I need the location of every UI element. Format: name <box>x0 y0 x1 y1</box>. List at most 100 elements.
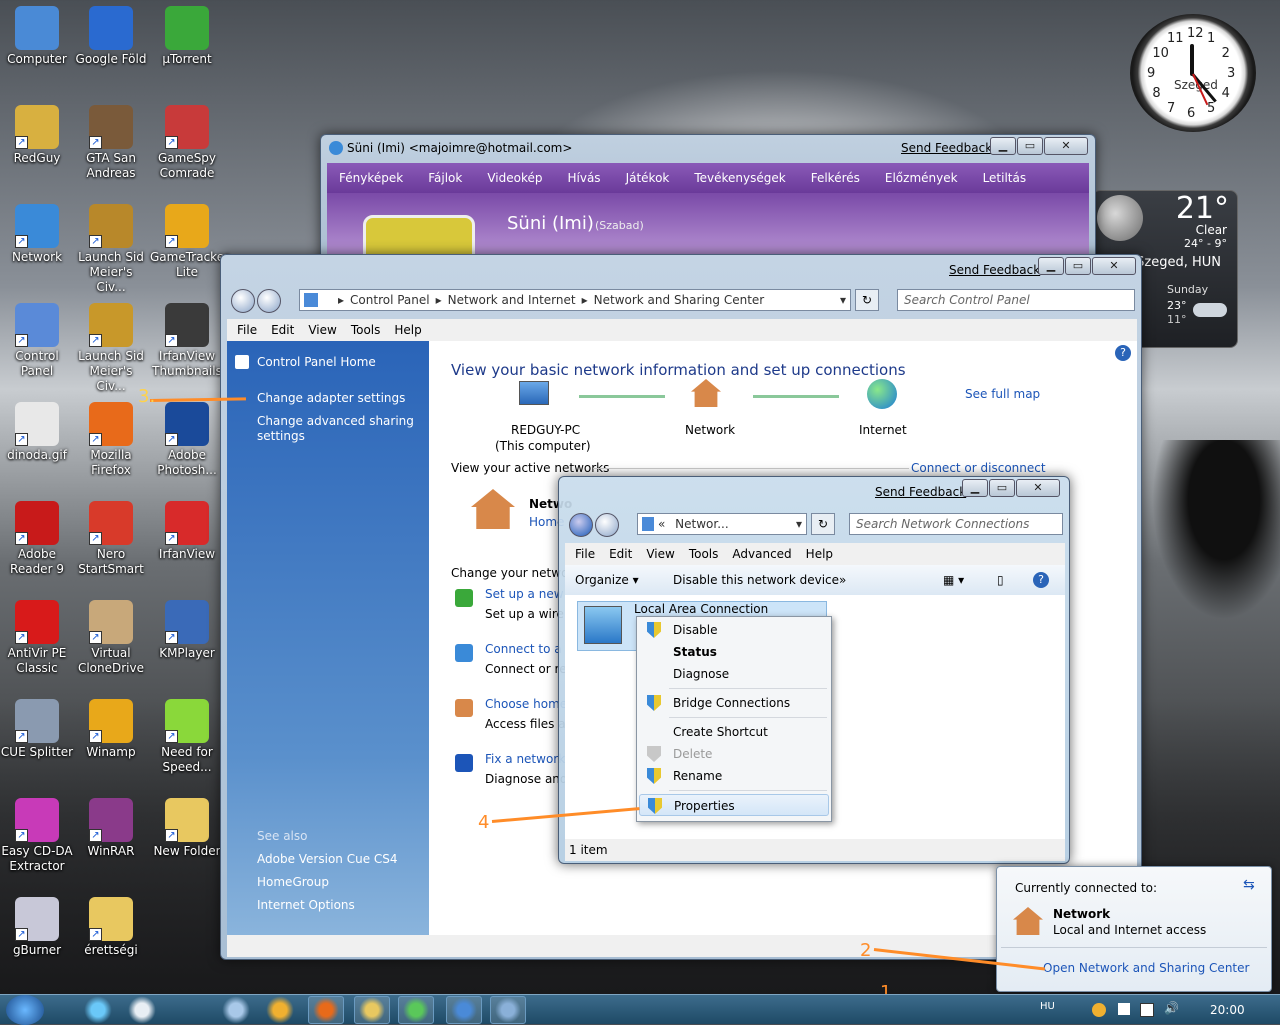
menu-item[interactable]: Help <box>394 323 421 337</box>
close-button[interactable]: ✕ <box>1016 479 1060 497</box>
messenger-menu-item[interactable]: Fényképek <box>339 171 403 185</box>
clock-gadget[interactable]: 12 1 2 3 4 5 6 7 8 9 10 11 Szeged <box>1130 14 1256 132</box>
change-advanced-sharing-link[interactable]: Change advanced sharing settings <box>257 414 417 444</box>
desktop-icon[interactable]: ↗ Easy CD-DA Extractor <box>0 796 74 874</box>
task-link[interactable]: Choose home <box>485 697 567 711</box>
desktop-icon[interactable]: ↗ Launch Sid Meier's Civ... <box>74 301 148 394</box>
maximize-button[interactable]: ▭ <box>1065 257 1091 275</box>
homegroup-link[interactable]: HomeGroup <box>257 875 329 889</box>
nsc-feedback-link[interactable]: Send Feedback <box>949 263 1040 277</box>
desktop-icon[interactable]: ↗ IrfanView Thumbnails <box>150 301 224 379</box>
context-menu-disable[interactable]: Disable <box>639 619 829 641</box>
breadcrumb-item[interactable]: Network and Internet <box>448 293 576 307</box>
desktop-icon[interactable]: ↗ Adobe Reader 9 <box>0 499 74 577</box>
menu-item[interactable]: Edit <box>271 323 294 337</box>
clock-time[interactable]: 20:00 <box>1210 1003 1245 1017</box>
desktop-icon[interactable]: ↗ GTA San Andreas <box>74 103 148 181</box>
menu-item[interactable]: View <box>646 547 674 561</box>
more-button[interactable]: » <box>839 565 846 595</box>
open-nsc-link[interactable]: Open Network and Sharing Center <box>1043 961 1249 975</box>
messenger-menu-item[interactable]: Tevékenységek <box>694 171 785 185</box>
menu-item[interactable]: Advanced <box>732 547 791 561</box>
adobe-version-cue-link[interactable]: Adobe Version Cue CS4 <box>257 852 398 866</box>
desktop-icon[interactable]: ↗ Winamp <box>74 697 148 760</box>
desktop-icon[interactable]: ↗ gBurner <box>0 895 74 958</box>
address-bar[interactable]: ▸ Control Panel ▸ Network and Internet ▸ Netw… <box>299 289 851 311</box>
language-indicator[interactable]: HU <box>1040 1001 1055 1012</box>
context-menu-status[interactable]: Status <box>639 641 829 663</box>
desktop-icon[interactable]: ↗ IrfanView <box>150 499 224 562</box>
see-full-map-link[interactable]: See full map <box>965 387 1040 401</box>
messenger-menu-item[interactable]: Videokép <box>487 171 542 185</box>
desktop-icon[interactable]: ↗ Mozilla Firefox <box>74 400 148 478</box>
close-button[interactable]: ✕ <box>1092 257 1136 275</box>
menu-item[interactable]: Tools <box>689 547 719 561</box>
desktop-icon[interactable]: ↗ GameTracker Lite <box>150 202 229 280</box>
context-menu-diagnose[interactable]: Diagnose <box>639 663 829 685</box>
connect-disconnect-link[interactable]: Connect or disconnect <box>911 461 1046 475</box>
netconn-feedback-link[interactable]: Send Feedback <box>875 485 966 499</box>
breadcrumb-item[interactable]: Network and Sharing Center <box>594 293 765 307</box>
view-icon[interactable]: ▦ ▾ <box>943 565 964 595</box>
context-menu-delete[interactable]: Delete <box>639 743 829 765</box>
desktop-icon[interactable]: ↗ AntiVir PE Classic <box>0 598 74 676</box>
chevron-down-icon[interactable]: ▾ <box>840 290 846 310</box>
context-menu-bridge-connections[interactable]: Bridge Connections <box>639 692 829 714</box>
taskbar-explorer-icon[interactable] <box>354 996 390 1024</box>
start-button[interactable] <box>6 995 44 1025</box>
menu-item[interactable]: Edit <box>609 547 632 561</box>
menu-item[interactable]: File <box>575 547 595 561</box>
flag-icon[interactable] <box>1118 1003 1130 1015</box>
desktop-icon[interactable]: ↗ Need for Speed... <box>150 697 224 775</box>
search-input[interactable]: Search Network Connections <box>849 513 1063 535</box>
organize-button[interactable]: Organize ▾ <box>575 565 639 595</box>
desktop-icon[interactable]: ↗ Network <box>0 202 74 265</box>
desktop-icon[interactable]: ↗ CUE Splitter <box>0 697 74 760</box>
maximize-button[interactable]: ▭ <box>989 479 1015 497</box>
maximize-button[interactable]: ▭ <box>1017 137 1043 155</box>
back-button[interactable] <box>569 513 593 537</box>
messenger-menu-item[interactable]: Előzmények <box>885 171 958 185</box>
breadcrumb-separator[interactable]: ▸ <box>436 293 442 307</box>
preview-pane-icon[interactable]: ▯ <box>997 565 1004 595</box>
desktop-icon[interactable]: µTorrent <box>150 4 224 67</box>
forward-button[interactable] <box>257 289 281 313</box>
menu-item[interactable]: Tools <box>351 323 381 337</box>
breadcrumb-separator[interactable]: ▸ <box>338 293 344 307</box>
menu-item[interactable]: Help <box>806 547 833 561</box>
taskbar-wordpad-icon[interactable] <box>124 996 160 1024</box>
context-menu-create-shortcut[interactable]: Create Shortcut <box>639 721 829 743</box>
volume-icon[interactable]: 🔊 <box>1164 1001 1179 1015</box>
breadcrumb-separator[interactable]: ▸ <box>582 293 588 307</box>
taskbar-ie-icon[interactable] <box>80 996 116 1024</box>
taskbar-controlpanel-icon[interactable] <box>490 996 526 1024</box>
network-tray-icon[interactable] <box>1140 1003 1154 1017</box>
messenger-menu-item[interactable]: Hívás <box>567 171 600 185</box>
taskbar-firefox-icon[interactable] <box>308 996 344 1024</box>
desktop-icon[interactable]: ↗ Nero StartSmart <box>74 499 148 577</box>
messenger-feedback-link[interactable]: Send Feedback <box>901 141 992 155</box>
messenger-menu-item[interactable]: Fájlok <box>428 171 462 185</box>
search-input[interactable]: Search Control Panel <box>897 289 1135 311</box>
control-panel-home-link[interactable]: Control Panel Home <box>257 355 376 369</box>
desktop-icon[interactable]: ↗ WinRAR <box>74 796 148 859</box>
taskbar-network-icon[interactable] <box>446 996 482 1024</box>
desktop-icon[interactable]: ↗ New Folder <box>150 796 224 859</box>
breadcrumb-item[interactable]: Control Panel <box>350 293 430 307</box>
context-menu-properties[interactable]: Properties <box>639 794 829 816</box>
desktop-icon[interactable]: ↗ GameSpy Comrade <box>150 103 224 181</box>
back-button[interactable] <box>231 289 255 313</box>
desktop-icon[interactable]: ↗ dinoda.gif <box>0 400 74 463</box>
disable-device-button[interactable]: Disable this network device <box>673 565 839 595</box>
desktop-icon[interactable]: ↗ Adobe Photosh... <box>150 400 224 478</box>
internet-options-link[interactable]: Internet Options <box>257 898 355 912</box>
help-icon[interactable]: ? <box>1115 345 1131 361</box>
close-button[interactable]: ✕ <box>1044 137 1088 155</box>
minimize-button[interactable]: ▁ <box>962 479 988 497</box>
taskbar-app-icon[interactable] <box>218 996 254 1024</box>
desktop-icon[interactable]: Computer <box>0 4 74 67</box>
menu-item[interactable]: File <box>237 323 257 337</box>
taskbar-messenger-icon[interactable] <box>398 996 434 1024</box>
forward-button[interactable] <box>595 513 619 537</box>
menu-item[interactable]: View <box>308 323 336 337</box>
